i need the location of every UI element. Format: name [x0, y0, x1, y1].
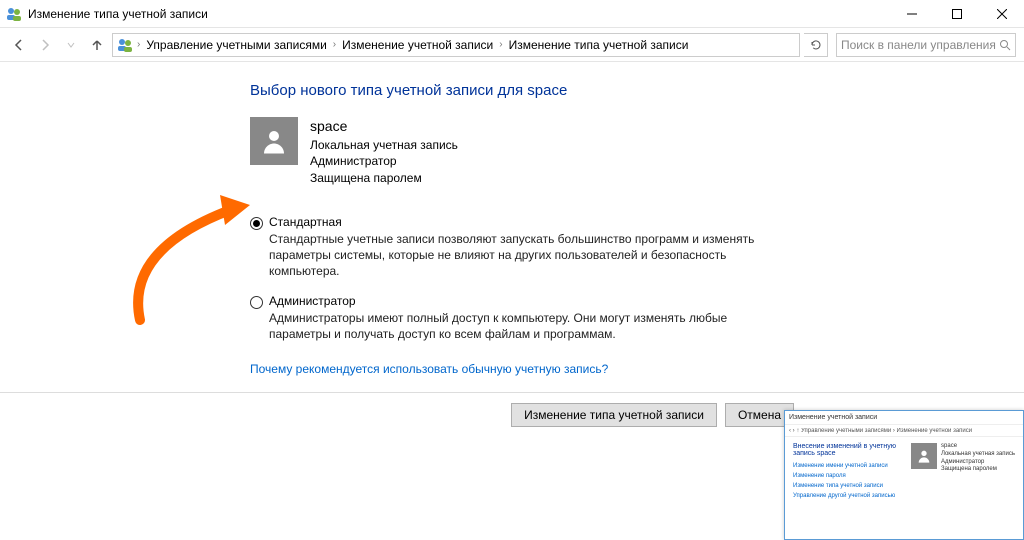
breadcrumb[interactable]: › Управление учетными записями › Изменен… [112, 33, 800, 57]
up-button[interactable] [86, 34, 108, 56]
option-description: Стандартные учетные записи позволяют зап… [269, 231, 790, 280]
thumb-user-line: Локальная учетная запись [941, 451, 1015, 459]
close-button[interactable] [979, 0, 1024, 27]
search-input[interactable] [841, 38, 999, 52]
thumbnail-window: Изменение учетной записи ‹ › ↑ Управлени… [784, 410, 1024, 540]
thumb-link[interactable]: Изменение пароля [793, 473, 905, 479]
option-admin[interactable]: Администратор Администраторы имеют полны… [250, 294, 790, 342]
option-standard[interactable]: Стандартная Стандартные учетные записи п… [250, 215, 790, 280]
apply-button[interactable]: Изменение типа учетной записи [511, 403, 717, 427]
help-link[interactable]: Почему рекомендуется использовать обычну… [250, 362, 608, 376]
person-icon [259, 126, 289, 156]
thumb-user-line: Защищена паролем [941, 466, 1015, 474]
thumb-user-name: space [941, 443, 1015, 451]
chevron-right-icon: › [135, 39, 142, 50]
thumb-link[interactable]: Изменение типа учетной записи [793, 483, 905, 489]
navbar: › Управление учетными записями › Изменен… [0, 28, 1024, 62]
window-controls [889, 0, 1024, 27]
user-password-status: Защищена паролем [310, 170, 458, 187]
thumb-link[interactable]: Управление другой учетной записью [793, 493, 905, 499]
recent-dropdown[interactable] [60, 34, 82, 56]
radio-standard[interactable] [250, 217, 263, 230]
refresh-button[interactable] [804, 33, 828, 57]
option-description: Администраторы имеют полный доступ к ком… [269, 310, 790, 342]
option-label: Стандартная [269, 215, 790, 229]
thumb-heading: Внесение изменений в учетную запись spac… [793, 443, 905, 457]
thumb-link[interactable]: Изменение имени учетной записи [793, 463, 905, 469]
chevron-right-icon: › [331, 39, 338, 50]
account-type-options: Стандартная Стандартные учетные записи п… [250, 215, 790, 342]
titlebar: Изменение типа учетной записи [0, 0, 1024, 28]
crumb-item[interactable]: Изменение учетной записи [340, 38, 495, 52]
avatar [250, 117, 298, 165]
thumb-user: space Локальная учетная запись Администр… [911, 443, 1015, 499]
option-label: Администратор [269, 294, 790, 308]
crumb-item[interactable]: Управление учетными записями [144, 38, 328, 52]
back-button[interactable] [8, 34, 30, 56]
user-role: Администратор [310, 153, 458, 170]
search-box[interactable] [836, 33, 1016, 57]
user-accounts-icon [117, 37, 133, 53]
user-account-type: Локальная учетная запись [310, 137, 458, 154]
page-heading: Выбор нового типа учетной записи для spa… [250, 82, 1024, 99]
radio-admin[interactable] [250, 296, 263, 309]
content: Выбор нового типа учетной записи для spa… [0, 62, 1024, 378]
user-info: space Локальная учетная запись Администр… [310, 117, 458, 187]
minimize-button[interactable] [889, 0, 934, 27]
user-accounts-icon [6, 6, 22, 22]
thumb-links: Внесение изменений в учетную запись spac… [793, 443, 905, 499]
thumb-title: Изменение учетной записи [785, 411, 1023, 425]
chevron-right-icon: › [497, 39, 504, 50]
thumb-avatar [911, 443, 937, 469]
user-name: space [310, 117, 458, 137]
forward-button[interactable] [34, 34, 56, 56]
thumb-nav: ‹ › ↑ Управление учетными записями › Изм… [785, 425, 1023, 437]
window-title: Изменение типа учетной записи [28, 7, 889, 21]
thumb-user-line: Администратор [941, 459, 1015, 467]
search-icon [999, 39, 1011, 51]
user-block: space Локальная учетная запись Администр… [250, 117, 1024, 187]
maximize-button[interactable] [934, 0, 979, 27]
crumb-item[interactable]: Изменение типа учетной записи [507, 38, 691, 52]
